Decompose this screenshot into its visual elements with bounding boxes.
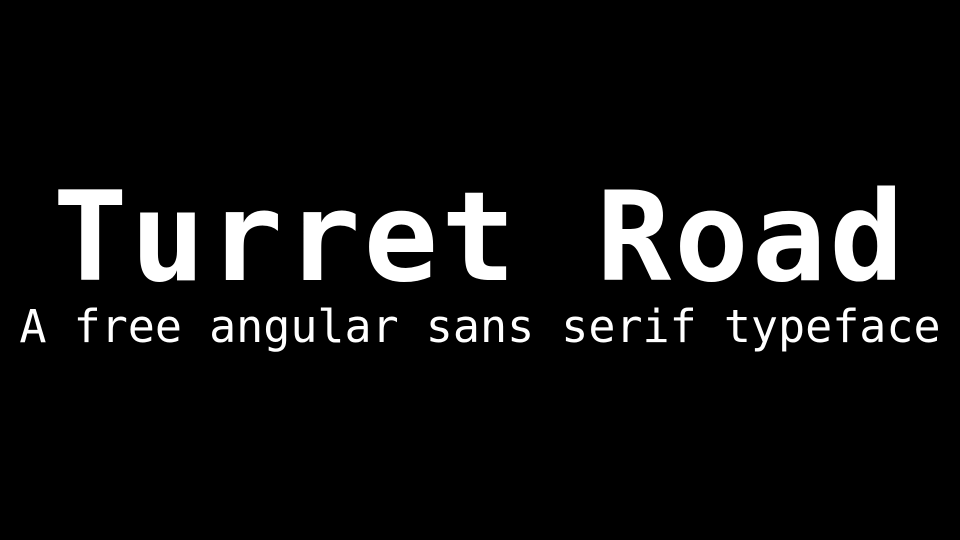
font-name-title: Turret Road <box>52 166 908 310</box>
font-tagline: A free angular sans serif typeface <box>19 300 941 353</box>
font-specimen-banner: Turret Road A free angular sans serif ty… <box>0 0 960 540</box>
